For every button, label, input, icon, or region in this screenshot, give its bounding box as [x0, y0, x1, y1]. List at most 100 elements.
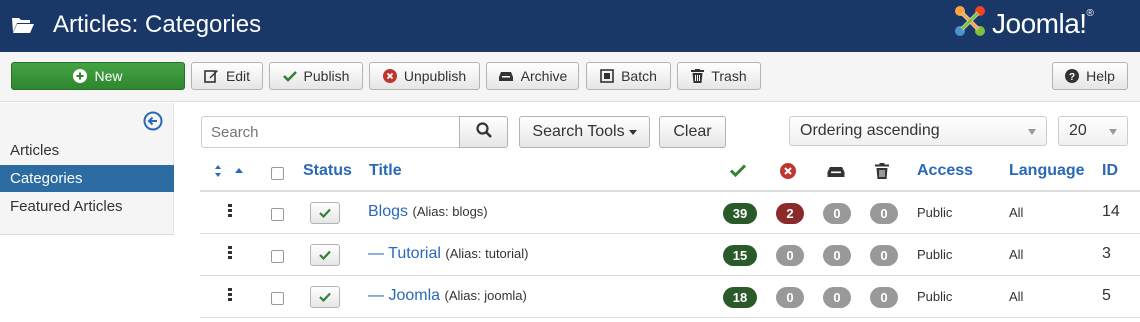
trashed-count-badge: 0 [870, 287, 898, 308]
clear-button[interactable]: Clear [659, 116, 726, 148]
category-title-link[interactable]: Blogs (Alias: blogs) [368, 203, 488, 221]
title-alias: (Alias: tutorial) [445, 246, 529, 261]
row-checkbox[interactable] [271, 292, 284, 305]
title-alias: (Alias: blogs) [412, 204, 488, 219]
toolbar: New Edit Publish Unpublish Archive Batch [0, 52, 1140, 102]
column-header-access[interactable]: Access [917, 162, 973, 180]
unpublish-button[interactable]: Unpublish [369, 62, 480, 90]
published-count-badge[interactable]: 18 [723, 287, 757, 308]
row-checkbox[interactable] [271, 208, 284, 221]
joomla-logo[interactable]: Joomla! ® [952, 3, 1094, 44]
ordering-value: Ordering ascending [800, 122, 940, 139]
publish-button[interactable]: Publish [269, 62, 363, 90]
svg-text:?: ? [1069, 72, 1075, 83]
access-level: Public [917, 289, 953, 304]
unpublished-count-badge[interactable]: 2 [776, 203, 804, 224]
column-header-title[interactable]: Title [369, 162, 402, 180]
archived-count-badge: 0 [823, 287, 851, 308]
row-id: 5 [1102, 287, 1111, 304]
archived-count-badge: 0 [823, 245, 851, 266]
chevron-down-icon [1028, 129, 1036, 135]
batch-icon [600, 69, 614, 83]
row-id: 14 [1102, 203, 1120, 220]
folder-open-icon [11, 15, 35, 40]
sidebar-item-articles[interactable]: Articles [0, 137, 174, 164]
row-checkbox[interactable] [271, 250, 284, 263]
help-button[interactable]: ? Help [1052, 62, 1128, 90]
drag-handle-icon[interactable] [228, 204, 232, 219]
drag-handle-icon[interactable] [228, 288, 232, 303]
select-all-checkbox[interactable] [271, 167, 284, 180]
search-icon [475, 121, 492, 143]
column-header-status[interactable]: Status [303, 162, 352, 180]
help-label: Help [1086, 68, 1115, 84]
title-text: Blogs [368, 203, 409, 220]
sidebar: Articles Categories Featured Articles [0, 103, 174, 235]
table-row: — Tutorial (Alias: tutorial) 15 0 0 0 Pu… [200, 234, 1140, 276]
edit-button[interactable]: Edit [191, 62, 263, 90]
search-tools-button[interactable]: Search Tools [519, 116, 650, 148]
archived-count-badge: 0 [823, 203, 851, 224]
trash-label: Trash [711, 68, 747, 84]
access-level: Public [917, 205, 953, 220]
archived-column-icon[interactable] [827, 165, 845, 183]
archive-button[interactable]: Archive [486, 62, 579, 90]
sidebar-item-featured-articles[interactable]: Featured Articles [0, 193, 174, 220]
collapse-sidebar-icon[interactable] [143, 111, 163, 136]
plus-circle-icon [73, 69, 88, 83]
sidebar-item-categories[interactable]: Categories [0, 165, 174, 192]
archive-label: Archive [520, 68, 568, 84]
published-count-badge[interactable]: 39 [723, 203, 757, 224]
access-level: Public [917, 247, 953, 262]
title-alias: (Alias: joomla) [444, 288, 527, 303]
status-toggle-button[interactable] [310, 286, 340, 308]
trashed-count-badge: 0 [870, 245, 898, 266]
header-bar: Articles: Categories Joomla! ® [0, 0, 1140, 52]
drag-handle-icon[interactable] [228, 246, 232, 261]
title-prefix: — [368, 245, 389, 262]
publish-label: Publish [303, 68, 350, 84]
table-row: Blogs (Alias: blogs) 39 2 0 0 Public All… [200, 192, 1140, 234]
check-icon [282, 70, 297, 82]
trashed-count-badge: 0 [870, 203, 898, 224]
search-button[interactable] [459, 116, 508, 148]
search-tools-label: Search Tools [532, 123, 625, 140]
logo-text: Joomla! [992, 7, 1087, 39]
language-value: All [1009, 205, 1024, 220]
published-count-badge[interactable]: 15 [723, 245, 757, 266]
batch-label: Batch [621, 68, 657, 84]
edit-label: Edit [225, 68, 251, 84]
new-label: New [94, 68, 123, 84]
trash-button[interactable]: Trash [677, 62, 761, 90]
sort-ordering-icon[interactable] [213, 164, 245, 183]
batch-button[interactable]: Batch [586, 62, 671, 90]
ordering-select[interactable]: Ordering ascending [789, 116, 1047, 146]
check-icon [319, 208, 331, 218]
row-id: 3 [1102, 245, 1111, 262]
column-header-language[interactable]: Language [1009, 162, 1085, 180]
category-title-link[interactable]: — Joomla (Alias: joomla) [368, 287, 527, 305]
unpublished-count-badge: 0 [776, 245, 804, 266]
check-icon [319, 292, 331, 302]
search-input[interactable] [201, 116, 460, 148]
page-title: Articles: Categories [53, 11, 262, 38]
published-column-icon[interactable] [729, 164, 747, 182]
trash-icon [691, 69, 705, 83]
category-title-link[interactable]: — Tutorial (Alias: tutorial) [368, 245, 528, 263]
title-text: Tutorial [388, 245, 441, 262]
trashed-column-icon[interactable] [875, 163, 889, 184]
help-icon: ? [1065, 69, 1080, 83]
table-row: — Joomla (Alias: joomla) 18 0 0 0 Public… [200, 276, 1140, 318]
new-button[interactable]: New [11, 62, 185, 90]
limit-value: 20 [1069, 122, 1087, 139]
edit-icon [204, 69, 219, 83]
column-header-id[interactable]: ID [1102, 162, 1118, 180]
unpublished-column-icon[interactable] [780, 163, 796, 184]
unpublished-count-badge: 0 [776, 287, 804, 308]
limit-select[interactable]: 20 [1058, 116, 1128, 146]
joomla-mark-icon [952, 3, 988, 44]
unpublish-label: Unpublish [403, 68, 467, 84]
status-toggle-button[interactable] [310, 202, 340, 224]
language-value: All [1009, 289, 1024, 304]
status-toggle-button[interactable] [310, 244, 340, 266]
